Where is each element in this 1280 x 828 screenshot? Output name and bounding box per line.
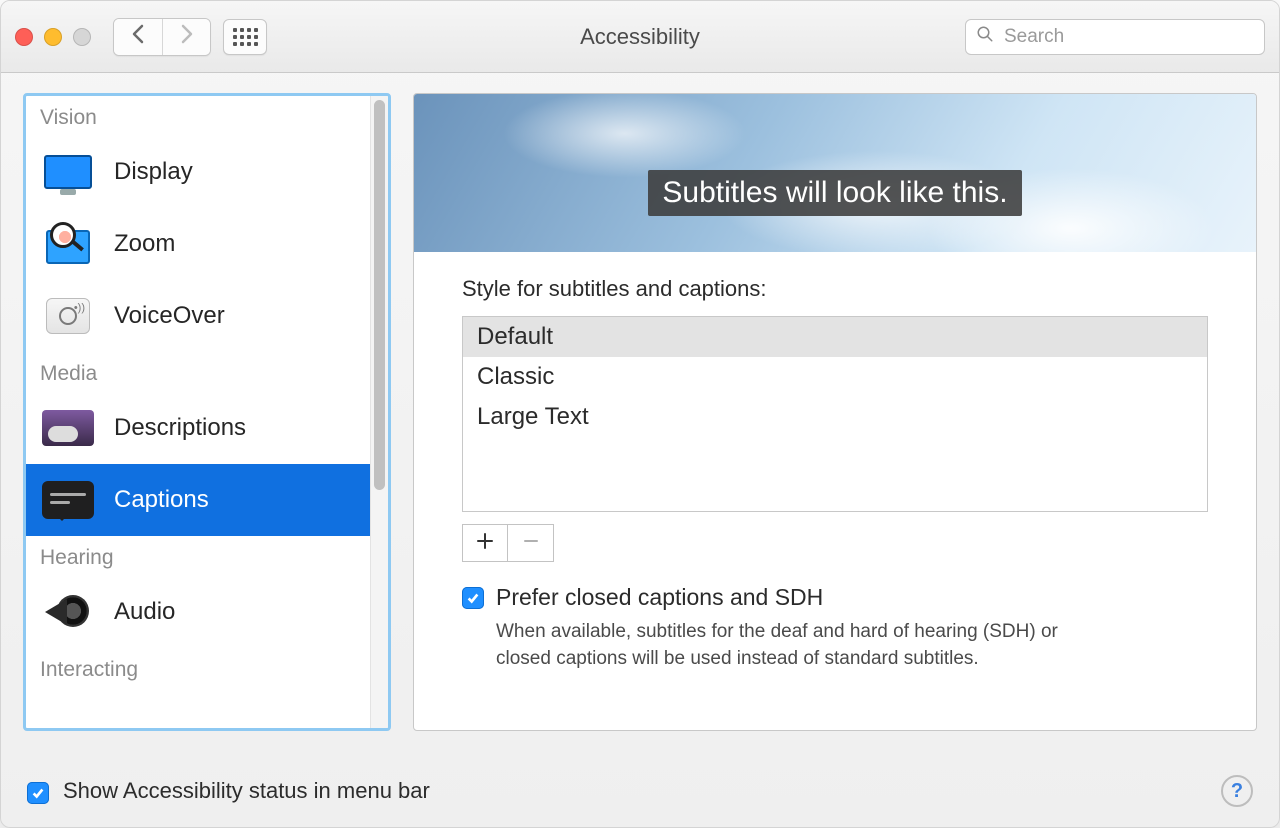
prefer-sdh-checkbox[interactable] — [462, 587, 484, 609]
checkmark-icon — [31, 786, 45, 800]
show-status-label: Show Accessibility status in menu bar — [63, 778, 430, 804]
sidebar-list[interactable]: Vision Display Zoom •)) VoiceOver Media … — [26, 96, 370, 728]
sidebar-item-label: Audio — [114, 598, 175, 626]
sidebar-group-hearing: Hearing — [26, 536, 370, 576]
sidebar-item-voiceover[interactable]: •)) VoiceOver — [26, 280, 370, 352]
toolbar: Accessibility — [1, 1, 1279, 73]
zoom-icon — [46, 224, 90, 264]
sidebar-item-label: Descriptions — [114, 414, 246, 442]
chevron-right-icon — [180, 24, 194, 50]
minimize-window-button[interactable] — [44, 28, 62, 46]
sidebar-item-audio[interactable]: Audio — [26, 576, 370, 648]
show-all-prefs-button[interactable] — [223, 19, 267, 55]
style-row-default[interactable]: Default — [463, 317, 1207, 357]
show-status-checkbox[interactable] — [27, 782, 49, 804]
search-field[interactable] — [965, 19, 1265, 55]
sidebar-item-label: VoiceOver — [114, 302, 225, 330]
sidebar-group-media: Media — [26, 352, 370, 392]
scrollbar-thumb[interactable] — [374, 100, 385, 490]
prefer-sdh-label: Prefer closed captions and SDH — [496, 584, 1076, 611]
style-row-large-text[interactable]: Large Text — [463, 397, 1207, 437]
plus-icon — [476, 530, 494, 556]
question-icon: ? — [1231, 780, 1243, 803]
subtitle-preview: Subtitles will look like this. — [414, 94, 1256, 252]
style-section-label: Style for subtitles and captions: — [462, 276, 1208, 302]
grid-icon — [233, 28, 258, 46]
style-add-remove — [462, 524, 1208, 562]
footer: Show Accessibility status in menu bar ? — [1, 755, 1279, 827]
sidebar-item-captions[interactable]: Captions — [26, 464, 370, 536]
help-button[interactable]: ? — [1221, 775, 1253, 807]
style-row-label: Classic — [477, 363, 554, 390]
sidebar-item-label: Captions — [114, 486, 209, 514]
window-controls — [15, 28, 91, 46]
captions-panel: Subtitles will look like this. Style for… — [413, 93, 1257, 731]
close-window-button[interactable] — [15, 28, 33, 46]
subtitle-sample-text: Subtitles will look like this. — [648, 170, 1021, 216]
prefer-sdh-help: When available, subtitles for the deaf a… — [496, 619, 1076, 672]
content-area: Vision Display Zoom •)) VoiceOver Media … — [1, 73, 1279, 755]
audio-icon — [45, 591, 91, 633]
sidebar-item-label: Display — [114, 158, 193, 186]
minus-icon — [522, 530, 540, 556]
sidebar-group-interacting: Interacting — [26, 648, 370, 688]
sidebar-item-label: Zoom — [114, 230, 175, 258]
nav-back-forward — [113, 18, 211, 56]
style-row-label: Default — [477, 323, 553, 350]
style-row-label: Large Text — [477, 403, 589, 430]
accessibility-prefs-window: Accessibility Vision Display Zoom — [0, 0, 1280, 828]
chevron-left-icon — [131, 24, 145, 50]
forward-button[interactable] — [162, 19, 210, 55]
display-icon — [44, 155, 92, 189]
search-input[interactable] — [1002, 25, 1254, 49]
back-button[interactable] — [114, 19, 162, 55]
checkmark-icon — [466, 591, 480, 605]
category-sidebar: Vision Display Zoom •)) VoiceOver Media … — [23, 93, 391, 731]
sidebar-group-vision: Vision — [26, 96, 370, 136]
sidebar-scrollbar[interactable] — [370, 96, 388, 728]
sidebar-item-descriptions[interactable]: Descriptions — [26, 392, 370, 464]
sidebar-item-zoom[interactable]: Zoom — [26, 208, 370, 280]
descriptions-icon — [42, 410, 94, 446]
style-row-classic[interactable]: Classic — [463, 357, 1207, 397]
captions-icon — [42, 481, 94, 519]
search-icon — [976, 25, 994, 48]
sidebar-item-display[interactable]: Display — [26, 136, 370, 208]
remove-style-button[interactable] — [508, 524, 554, 562]
voiceover-icon: •)) — [46, 298, 90, 334]
zoom-window-button[interactable] — [73, 28, 91, 46]
add-style-button[interactable] — [462, 524, 508, 562]
caption-style-list[interactable]: Default Classic Large Text — [462, 316, 1208, 512]
